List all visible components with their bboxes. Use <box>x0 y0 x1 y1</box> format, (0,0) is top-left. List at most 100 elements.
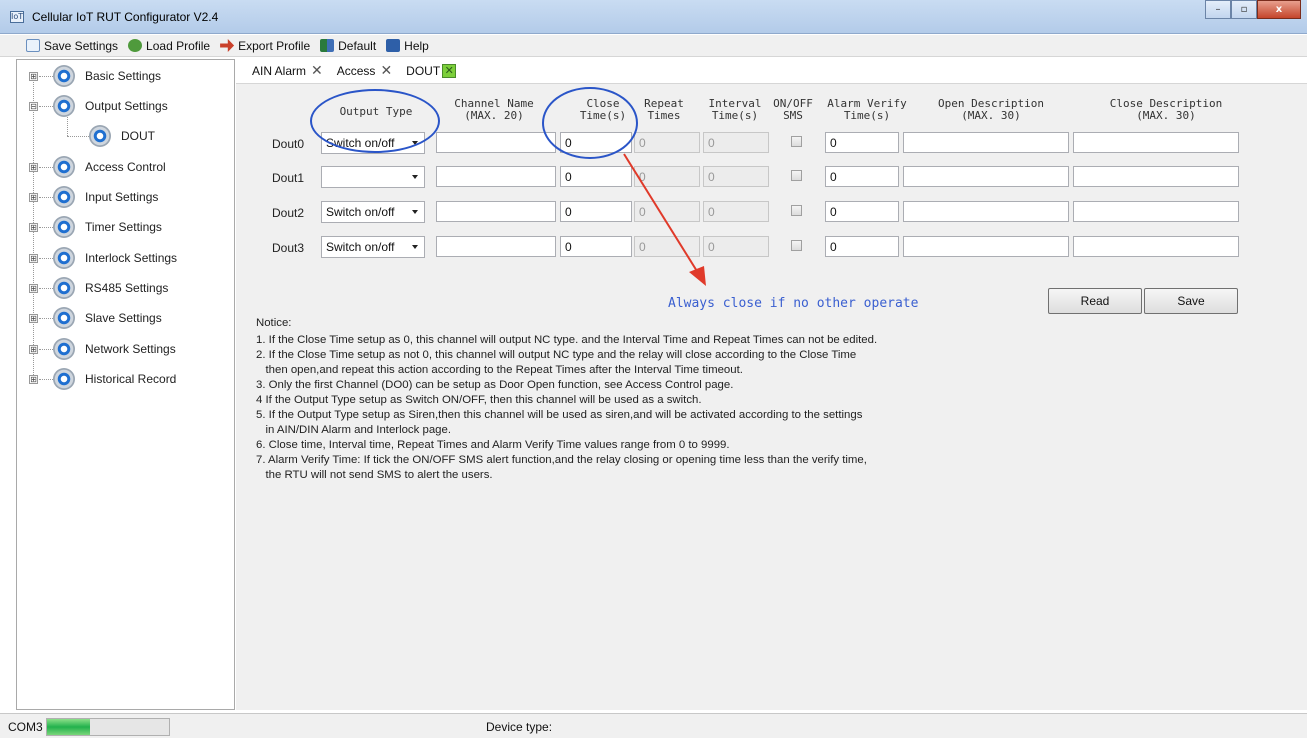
default-icon <box>320 39 335 52</box>
row-label: Dout3 <box>272 241 305 255</box>
notice-line: 5. If the Output Type setup as Siren,the… <box>256 409 863 421</box>
tree-label: Historical Record <box>85 372 177 386</box>
tree-item-historical-record[interactable]: ⊞ Historical Record <box>17 367 234 391</box>
tab-label: DOUT <box>406 64 441 78</box>
collapse-icon[interactable]: ⊟ <box>29 102 38 111</box>
sms-checkbox[interactable] <box>791 136 802 147</box>
open-description-input[interactable] <box>903 201 1069 222</box>
expand-icon[interactable]: ⊞ <box>29 193 38 202</box>
export-profile-button[interactable]: Export Profile <box>220 39 310 53</box>
gear-icon <box>53 95 75 117</box>
help-book-icon <box>386 39 401 52</box>
tree-item-input-settings[interactable]: ⊞ Input Settings <box>17 185 234 209</box>
header-open-description: Open Description (MAX. 30) <box>938 97 1044 122</box>
tree-label: RS485 Settings <box>85 281 169 295</box>
alarm-verify-input[interactable]: 0 <box>825 201 899 222</box>
close-description-input[interactable] <box>1073 166 1239 187</box>
close-window-button[interactable]: x <box>1257 0 1301 19</box>
save-button[interactable]: Save <box>1144 288 1238 314</box>
chevron-down-icon <box>412 210 418 214</box>
open-description-input[interactable] <box>903 166 1069 187</box>
tab-label: Access <box>336 64 376 78</box>
gear-icon <box>53 368 75 390</box>
connection-progress-bar <box>46 718 170 736</box>
chevron-down-icon <box>412 175 418 179</box>
expand-icon[interactable]: ⊞ <box>29 375 38 384</box>
load-profile-label: Load Profile <box>146 38 211 53</box>
read-button[interactable]: Read <box>1048 288 1142 314</box>
channel-name-input[interactable] <box>436 236 556 257</box>
sms-checkbox[interactable] <box>791 170 802 181</box>
tree-item-rs485-settings[interactable]: ⊞ RS485 Settings <box>17 276 234 300</box>
channel-name-input[interactable] <box>436 201 556 222</box>
expand-icon[interactable]: ⊞ <box>29 223 38 232</box>
expand-icon[interactable]: ⊞ <box>29 163 38 172</box>
notice-line: 1. If the Close Time setup as 0, this ch… <box>256 334 878 346</box>
alarm-verify-input[interactable]: 0 <box>825 236 899 257</box>
header-channel-name: Channel Name (MAX. 20) <box>454 97 534 122</box>
gear-icon <box>53 156 75 178</box>
tree-label: Interlock Settings <box>85 251 178 265</box>
close-tab-icon[interactable]: ✕ <box>442 64 457 78</box>
row-label: Dout0 <box>272 137 305 151</box>
save-icon <box>26 39 40 52</box>
tree-item-dout[interactable]: DOUT <box>17 124 234 148</box>
output-type-select[interactable] <box>321 166 425 188</box>
load-profile-button[interactable]: Load Profile <box>128 39 210 53</box>
tree-label: Input Settings <box>85 190 159 204</box>
tree-label: Slave Settings <box>85 311 162 325</box>
gear-icon <box>53 65 75 87</box>
header-close-description: Close Description (MAX. 30) <box>1109 97 1223 122</box>
default-label: Default <box>338 38 377 53</box>
gear-icon <box>53 277 75 299</box>
tree-item-access-control[interactable]: ⊞ Access Control <box>17 155 234 179</box>
header-repeat-times: Repeat Times <box>644 97 684 122</box>
save-settings-button[interactable]: Save Settings <box>26 39 118 53</box>
dout-panel: Output Type Channel Name (MAX. 20) Close… <box>236 83 1307 710</box>
help-button[interactable]: Help <box>386 39 429 53</box>
channel-name-input[interactable] <box>436 166 556 187</box>
progress-fill <box>47 719 90 735</box>
sms-checkbox[interactable] <box>791 240 802 251</box>
expand-icon[interactable]: ⊞ <box>29 72 38 81</box>
expand-icon[interactable]: ⊞ <box>29 254 38 263</box>
maximize-button[interactable]: ▫ <box>1231 0 1257 19</box>
annotation-note: Always close if no other operate <box>668 296 919 311</box>
open-description-input[interactable] <box>903 132 1069 153</box>
alarm-verify-input[interactable]: 0 <box>825 166 899 187</box>
alarm-verify-input[interactable]: 0 <box>825 132 899 153</box>
tree-item-output-settings[interactable]: ⊟ Output Settings <box>17 94 234 118</box>
expand-icon[interactable]: ⊞ <box>29 284 38 293</box>
sms-checkbox[interactable] <box>791 205 802 216</box>
close-description-input[interactable] <box>1073 236 1239 257</box>
tab-ain-alarm[interactable]: AIN Alarm ✕ <box>252 63 323 79</box>
header-interval-time: Interval Time(s) <box>708 97 762 122</box>
tab-access[interactable]: Access ✕ <box>337 63 392 79</box>
tree-label: DOUT <box>121 129 155 143</box>
output-type-select[interactable]: Switch on/off <box>321 201 425 223</box>
expand-icon[interactable]: ⊞ <box>29 345 38 354</box>
expand-icon[interactable]: ⊞ <box>29 314 38 323</box>
channel-name-input[interactable] <box>436 132 556 153</box>
status-bar: COM3 Device type: <box>0 713 1307 738</box>
close-tab-icon[interactable]: ✕ <box>311 63 323 79</box>
default-button[interactable]: Default <box>320 39 376 53</box>
gear-icon <box>53 186 75 208</box>
minimize-button[interactable]: – <box>1205 0 1231 19</box>
close-tab-icon[interactable]: ✕ <box>380 63 392 79</box>
tree-item-slave-settings[interactable]: ⊞ Slave Settings <box>17 306 234 330</box>
tree-item-network-settings[interactable]: ⊞ Network Settings <box>17 337 234 361</box>
tree-item-basic-settings[interactable]: ⊞ Basic Settings <box>17 64 234 88</box>
output-type-select[interactable]: Switch on/off <box>321 236 425 258</box>
open-description-input[interactable] <box>903 236 1069 257</box>
title-bar: IoT Cellular IoT RUT Configurator V2.4 –… <box>0 0 1307 34</box>
tree-item-interlock-settings[interactable]: ⊞ Interlock Settings <box>17 246 234 270</box>
tab-dout[interactable]: DOUT ✕ <box>406 64 457 78</box>
tree-label: Basic Settings <box>85 69 162 83</box>
tree-item-timer-settings[interactable]: ⊞ Timer Settings <box>17 215 234 239</box>
close-description-input[interactable] <box>1073 201 1239 222</box>
highlight-circle-output-type <box>310 89 440 153</box>
device-type-label: Device type: <box>486 720 553 734</box>
row-label: Dout1 <box>272 171 305 185</box>
close-description-input[interactable] <box>1073 132 1239 153</box>
